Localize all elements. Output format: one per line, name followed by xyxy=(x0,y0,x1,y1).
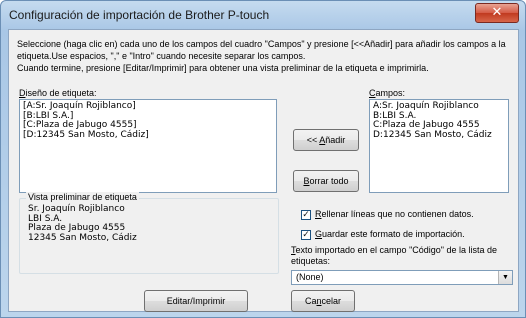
fill-empty-lines-checkbox[interactable]: ✓ xyxy=(301,210,311,220)
edit-print-button[interactable]: Editar/Imprimir xyxy=(144,290,248,312)
code-field-selected-value: (None) xyxy=(296,272,324,282)
fields-item-d[interactable]: D:12345 San Mosto, Cádiz xyxy=(373,130,505,141)
label-preview-group: Vista preliminar de etiqueta Sr. Joaquín… xyxy=(19,192,279,274)
instructions-line-2: etiqueta.Use espacios, "," e "Intro" cua… xyxy=(17,51,306,61)
label-design-label: Diseño de etiqueta: xyxy=(19,88,97,98)
code-field-label-line-2: etiquetas: xyxy=(291,256,331,266)
preview-group-title: Vista preliminar de etiqueta xyxy=(26,192,139,202)
title-bar: Configuración de importación de Brother … xyxy=(1,1,525,29)
window-title: Configuración de importación de Brother … xyxy=(9,8,270,22)
label-preview: Sr. Joaquín Rojiblanco LBI S.A. Plaza de… xyxy=(28,204,137,243)
close-button[interactable]: ✕ xyxy=(475,3,519,23)
clear-all-button[interactable]: Borrar todo xyxy=(293,170,359,192)
fields-listbox[interactable]: A:Sr. Joaquín Rojiblanco B:LBI S.A. C:Pl… xyxy=(369,99,509,193)
import-settings-dialog: Configuración de importación de Brother … xyxy=(0,0,526,318)
save-format-checkbox[interactable]: ✓ xyxy=(301,230,311,240)
fields-label: Campos: xyxy=(369,88,406,98)
fill-empty-lines-label: Rellenar líneas que no contienen datos. xyxy=(315,209,474,219)
label-design-textbox[interactable]: [A:Sr. Joaquín Rojiblanco] [B:LBI S.A.] … xyxy=(19,99,277,193)
instructions-line-1: Seleccione (haga clic en) cada uno de lo… xyxy=(17,39,506,49)
instructions-line-3: Cuando termine, presione [Editar/Imprimi… xyxy=(17,63,429,73)
code-field-select[interactable]: (None) ▼ xyxy=(291,270,513,285)
chevron-down-icon[interactable]: ▼ xyxy=(498,271,512,284)
instructions-text: Seleccione (haga clic en) cada uno de lo… xyxy=(17,38,509,74)
add-button[interactable]: << Añadir xyxy=(293,129,359,151)
dialog-body: Seleccione (haga clic en) cada uno de lo… xyxy=(8,29,519,312)
save-format-label: Guardar este formato de importación. xyxy=(315,229,465,239)
preview-line-4: 12345 San Mosto, Cádiz xyxy=(28,232,137,243)
design-line-4: [D:12345 San Mosto, Cádiz] xyxy=(23,129,149,140)
code-field-label: Texto importado en el campo "Código" de … xyxy=(291,245,498,255)
cancel-button[interactable]: Cancelar xyxy=(291,290,355,312)
